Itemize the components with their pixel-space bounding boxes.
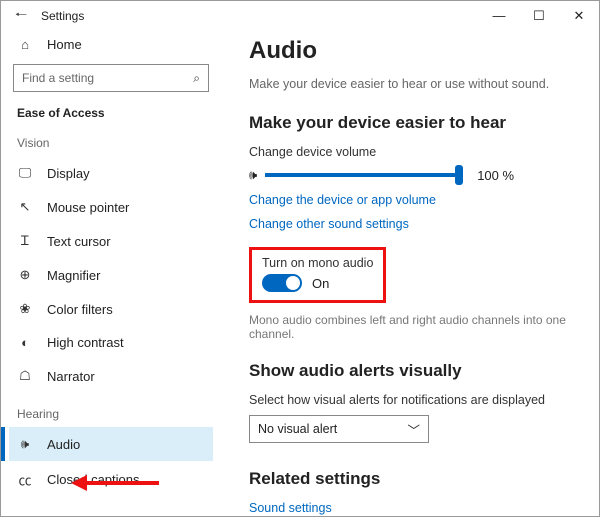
volume-value: 100 % xyxy=(477,168,514,183)
mono-audio-hint: Mono audio combines left and right audio… xyxy=(249,313,575,341)
sidebar-item-mouse-pointer[interactable]: ↖ Mouse pointer xyxy=(9,190,213,224)
volume-slider[interactable] xyxy=(265,167,455,183)
visual-alert-select[interactable]: No visual alert ﹀ xyxy=(249,415,429,443)
home-icon: ⌂ xyxy=(17,37,33,52)
section-visual-alerts-title: Show audio alerts visually xyxy=(249,361,575,381)
link-device-app-volume[interactable]: Change the device or app volume xyxy=(249,193,575,207)
close-button[interactable]: ✕ xyxy=(559,1,599,31)
sidebar-item-display[interactable]: 🖵 Display xyxy=(9,156,213,190)
volume-row: 🕪 100 % xyxy=(249,167,575,183)
narrator-icon: ☖ xyxy=(17,368,33,384)
contrast-icon: ◐ xyxy=(17,335,33,350)
nav-label: Display xyxy=(47,166,90,181)
chevron-down-icon: ﹀ xyxy=(407,420,420,439)
display-icon: 🖵 xyxy=(17,165,33,181)
main-layout: ⌂ Home Find a setting ⌕ Ease of Access V… xyxy=(1,31,599,516)
link-sound-settings[interactable]: Sound settings xyxy=(249,501,575,515)
maximize-button[interactable]: ☐ xyxy=(519,1,559,31)
search-input[interactable]: Find a setting ⌕ xyxy=(13,64,209,92)
search-icon: ⌕ xyxy=(193,71,200,86)
nav-label: Audio xyxy=(47,437,80,452)
section-easier-hear-title: Make your device easier to hear xyxy=(249,113,575,133)
titlebar: 🠐 Settings — ☐ ✕ xyxy=(1,1,599,31)
visual-alerts-label: Select how visual alerts for notificatio… xyxy=(249,393,575,407)
color-filters-icon: ❀ xyxy=(17,301,33,317)
home-nav[interactable]: ⌂ Home xyxy=(9,31,213,58)
nav-label: Closed captions xyxy=(47,472,140,487)
audio-icon: 🕪 xyxy=(17,436,33,452)
nav-label: Magnifier xyxy=(47,268,100,283)
back-button[interactable]: 🠐 xyxy=(1,4,41,28)
sidebar-item-narrator[interactable]: ☖ Narrator xyxy=(9,359,213,393)
page-description: Make your device easier to hear or use w… xyxy=(249,77,575,91)
minimize-button[interactable]: — xyxy=(479,1,519,31)
sidebar-item-closed-captions[interactable]: ㏄ Closed captions xyxy=(9,461,213,498)
category-title: Ease of Access xyxy=(9,102,213,122)
group-hearing-label: Hearing xyxy=(9,393,213,427)
mouse-icon: ↖ xyxy=(17,199,33,215)
volume-label: Change device volume xyxy=(249,145,575,159)
sidebar-item-magnifier[interactable]: ⊕ Magnifier xyxy=(9,258,213,292)
cursor-icon: Ꮖ xyxy=(17,233,33,249)
visual-alert-value: No visual alert xyxy=(258,422,337,436)
mono-audio-label: Turn on mono audio xyxy=(262,256,373,270)
nav-label: Text cursor xyxy=(47,234,111,249)
home-label: Home xyxy=(47,37,82,52)
link-other-sound-settings[interactable]: Change other sound settings xyxy=(249,217,575,231)
content-area: Audio Make your device easier to hear or… xyxy=(221,31,599,516)
section-related-title: Related settings xyxy=(249,469,575,489)
mono-audio-toggle[interactable] xyxy=(262,274,302,292)
sidebar-item-high-contrast[interactable]: ◐ High contrast xyxy=(9,326,213,359)
sidebar-item-audio[interactable]: 🕪 Audio xyxy=(9,427,213,461)
search-placeholder: Find a setting xyxy=(22,71,94,85)
nav-label: Narrator xyxy=(47,369,95,384)
sidebar-item-color-filters[interactable]: ❀ Color filters xyxy=(9,292,213,326)
nav-label: Color filters xyxy=(47,302,113,317)
mono-audio-state: On xyxy=(312,276,329,291)
nav-label: High contrast xyxy=(47,335,124,350)
group-vision-label: Vision xyxy=(9,122,213,156)
captions-icon: ㏄ xyxy=(17,470,33,489)
speaker-icon: 🕪 xyxy=(249,167,257,183)
window-title: Settings xyxy=(41,9,479,23)
sidebar: ⌂ Home Find a setting ⌕ Ease of Access V… xyxy=(1,31,221,516)
page-title: Audio xyxy=(249,37,575,65)
nav-label: Mouse pointer xyxy=(47,200,129,215)
highlight-box: Turn on mono audio On xyxy=(249,247,386,303)
magnifier-icon: ⊕ xyxy=(17,267,33,283)
sidebar-item-text-cursor[interactable]: Ꮖ Text cursor xyxy=(9,224,213,258)
